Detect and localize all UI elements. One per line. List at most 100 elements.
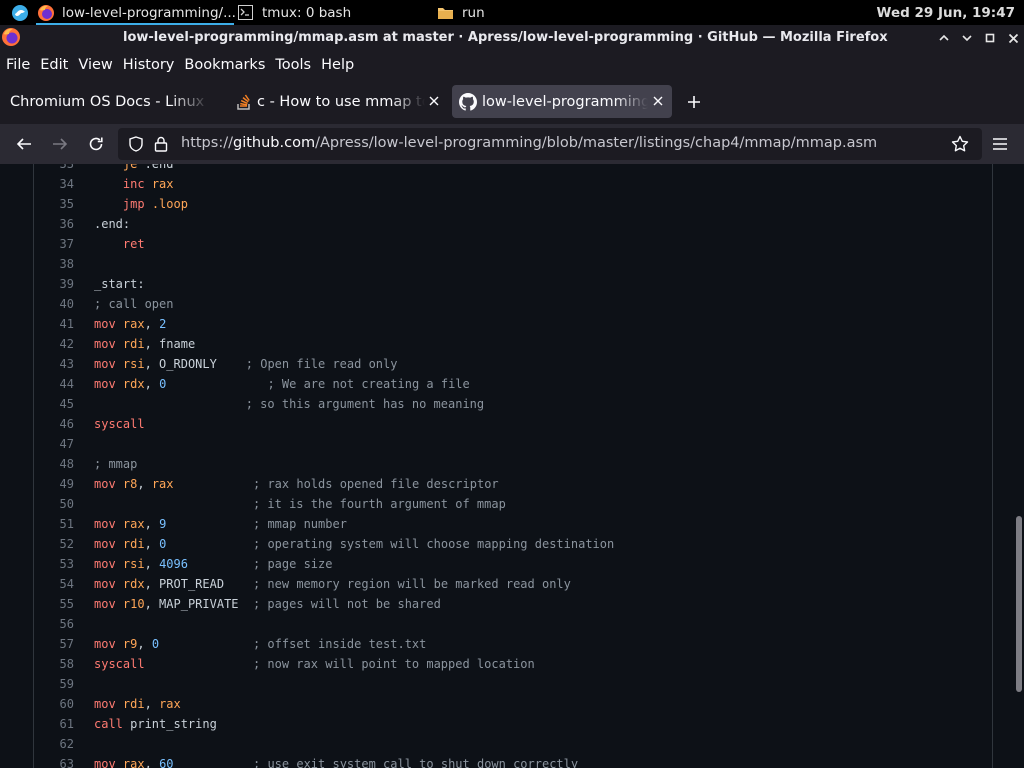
reload-button[interactable] [84,132,108,156]
taskbar-item-label: run [462,4,485,21]
page-scrollbar[interactable] [1016,516,1022,692]
chevron-up-icon [939,34,949,41]
tab-chromium-docs[interactable]: Chromium OS Docs - Linux System Call Tab… [2,85,224,118]
line-number[interactable]: 59 [34,674,74,694]
new-tab-button[interactable] [684,92,704,112]
code-text: mov rdx, 0 ; We are not creating a file [94,374,470,394]
tab-close-button[interactable] [426,93,442,109]
code-token: mov [94,357,116,371]
line-number[interactable]: 54 [34,574,74,594]
url-bar[interactable]: https://github.com/Apress/low-level-prog… [118,128,982,160]
app-launcher[interactable] [11,0,31,25]
tab-strip: Chromium OS Docs - Linux System Call Tab… [0,82,1024,122]
line-number[interactable]: 40 [34,294,74,314]
code-line: 49 mov r8, rax ; rax holds opened file de… [34,474,992,494]
stackoverflow-icon [237,94,250,110]
line-number[interactable]: 33 [34,164,74,174]
window-titlebar: low-level-programming/mmap.asm at master… [0,25,1024,50]
lock-icon[interactable] [154,136,168,152]
minimize-button[interactable] [935,29,953,47]
tab-github-mmap[interactable]: low-level-programming/mmap.asm [452,85,672,118]
taskbar-item-folder[interactable]: run [437,0,537,25]
code-token: r9 [122,637,138,651]
code-line: 54 mov rdx, PROT_READ ; new memory region… [34,574,992,594]
line-number[interactable]: 47 [34,434,74,454]
code-token: mov [94,757,116,768]
code-token: , [144,317,160,331]
menu-view[interactable]: View [78,57,112,73]
line-number[interactable]: 58 [34,654,74,674]
line-number[interactable]: 62 [34,734,74,754]
code-line: 43 mov rsi, O_RDONLY ; Open file read onl… [34,354,992,374]
shade-button[interactable] [958,29,976,47]
line-number[interactable]: 43 [34,354,74,374]
line-number[interactable]: 56 [34,614,74,634]
menu-edit[interactable]: Edit [40,57,68,73]
line-number[interactable]: 53 [34,554,74,574]
shield-icon[interactable] [128,136,144,152]
code-line: 57 mov r9, 0 ; offset inside test.txt [34,634,992,654]
code-token: .end [137,164,174,171]
code-token: ; offset inside test.txt [252,637,427,651]
taskbar-item-firefox[interactable]: low-level-programming/... [34,0,236,25]
line-number[interactable]: 61 [34,714,74,734]
line-number[interactable]: 60 [34,694,74,714]
menu-tools[interactable]: Tools [275,57,311,73]
line-number[interactable]: 55 [34,594,74,614]
code-text: mov r8, rax ; rax holds opened file desc… [94,474,499,494]
code-token: , MAP_PRIVATE [144,597,253,611]
code-token: mov [94,317,116,331]
tab-stackoverflow[interactable]: c - How to use mmap to allocate a memory [228,85,448,118]
line-number[interactable]: 36 [34,214,74,234]
tab-close-button[interactable] [650,93,666,109]
line-number[interactable]: 35 [34,194,74,214]
line-number[interactable]: 34 [34,174,74,194]
firefox-icon [38,4,54,21]
code-token: syscall [94,657,145,671]
code-line: 53 mov rsi, 4096 ; page size [34,554,992,574]
maximize-button[interactable] [981,29,999,47]
code-token: 60 [159,757,174,768]
menu-file[interactable]: File [6,57,30,73]
menu-help[interactable]: Help [321,57,354,73]
code-text: mov r9, 0 ; offset inside test.txt [94,634,426,654]
code-text: syscall [94,414,145,434]
back-button[interactable] [12,132,36,156]
tab-label: c - How to use mmap to allocate a memory [257,93,425,110]
line-number[interactable]: 48 [34,454,74,474]
url-text[interactable]: https://github.com/Apress/low-level-prog… [181,135,877,151]
line-number[interactable]: 45 [34,394,74,414]
menu-bookmarks[interactable]: Bookmarks [184,57,265,73]
code-text: mov rdx, PROT_READ ; new memory region w… [94,574,571,594]
line-number[interactable]: 39 [34,274,74,294]
line-number[interactable]: 42 [34,334,74,354]
star-icon[interactable] [951,135,969,153]
line-number[interactable]: 44 [34,374,74,394]
code-token: print_string [122,717,217,731]
line-number[interactable]: 37 [34,234,74,254]
line-number[interactable]: 51 [34,514,74,534]
code-token: rax [122,757,145,768]
line-number[interactable]: 38 [34,254,74,274]
code-token: syscall [94,417,145,431]
close-window-button[interactable] [1004,29,1022,47]
line-number[interactable]: 41 [34,314,74,334]
forward-button[interactable] [48,132,72,156]
taskbar-item-terminal[interactable]: tmux: 0 bash [238,0,428,25]
menu-history[interactable]: History [123,57,175,73]
code-token: rsi [122,357,145,371]
line-number[interactable]: 63 [34,754,74,768]
app-menu-button[interactable] [988,132,1012,156]
code-token: mov [94,637,116,651]
line-number[interactable]: 50 [34,494,74,514]
line-number[interactable]: 49 [34,474,74,494]
line-number[interactable]: 46 [34,414,74,434]
code-token: mov [94,477,116,491]
line-number[interactable]: 57 [34,634,74,654]
line-number[interactable]: 52 [34,534,74,554]
close-icon [1008,33,1018,43]
